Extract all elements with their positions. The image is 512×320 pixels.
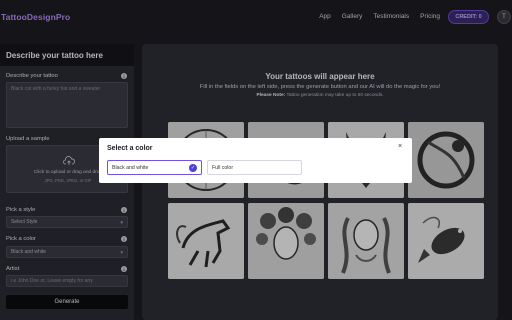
color-option-black-and-white[interactable]: Black and white ✓ (107, 160, 202, 175)
color-option-label: Black and white (112, 165, 149, 171)
close-icon[interactable]: × (398, 143, 402, 150)
modal-title: Select a color (107, 145, 153, 152)
color-select-modal: Select a color × Black and white ✓ Full … (99, 138, 412, 183)
check-icon: ✓ (189, 164, 197, 172)
color-option-label: Full color (212, 165, 234, 171)
color-option-full-color[interactable]: Full color (207, 160, 302, 175)
